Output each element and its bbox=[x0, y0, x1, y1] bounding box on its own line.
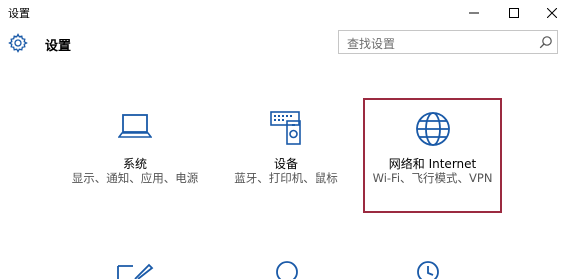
personalization-icon bbox=[117, 263, 154, 279]
tile-accounts[interactable] bbox=[267, 258, 307, 279]
tile-personalization[interactable] bbox=[115, 258, 155, 279]
tile-system-name: 系统 bbox=[122, 157, 147, 171]
accounts-icon bbox=[276, 261, 298, 279]
tile-network-name: 网络和 Internet bbox=[388, 157, 477, 171]
time-language-icon bbox=[417, 261, 439, 279]
tile-devices-desc: 蓝牙、打印机、鼠标 bbox=[234, 171, 338, 185]
close-icon bbox=[547, 7, 557, 18]
search-placeholder: 查找设置 bbox=[347, 37, 396, 51]
maximize-button[interactable] bbox=[495, 0, 533, 25]
maximize-icon bbox=[509, 7, 519, 18]
tile-network-desc: Wi-Fi、飞行模式、VPN bbox=[372, 171, 493, 185]
gear-icon bbox=[8, 33, 28, 53]
tile-system-desc: 显示、通知、应用、电源 bbox=[71, 171, 199, 185]
window-title: 设置 bbox=[8, 7, 30, 20]
tile-devices-name: 设备 bbox=[273, 157, 298, 171]
tile-system[interactable]: 系统 显示、通知、应用、电源 bbox=[70, 105, 200, 215]
minimize-icon bbox=[469, 12, 479, 13]
close-button[interactable] bbox=[533, 0, 569, 25]
laptop-icon bbox=[118, 114, 152, 138]
devices-icon bbox=[270, 111, 301, 145]
tile-devices[interactable]: 设备 蓝牙、打印机、鼠标 bbox=[221, 105, 351, 215]
title-bar: 设置 bbox=[0, 0, 569, 25]
tile-time-language[interactable] bbox=[410, 258, 450, 279]
page-title: 设置 bbox=[45, 39, 72, 54]
globe-icon bbox=[415, 112, 450, 146]
search-input[interactable]: 查找设置 bbox=[338, 30, 558, 54]
minimize-button[interactable] bbox=[455, 0, 493, 25]
tile-network-internet[interactable]: 网络和 Internet Wi-Fi、飞行模式、VPN bbox=[363, 98, 502, 213]
search-icon bbox=[539, 36, 552, 49]
